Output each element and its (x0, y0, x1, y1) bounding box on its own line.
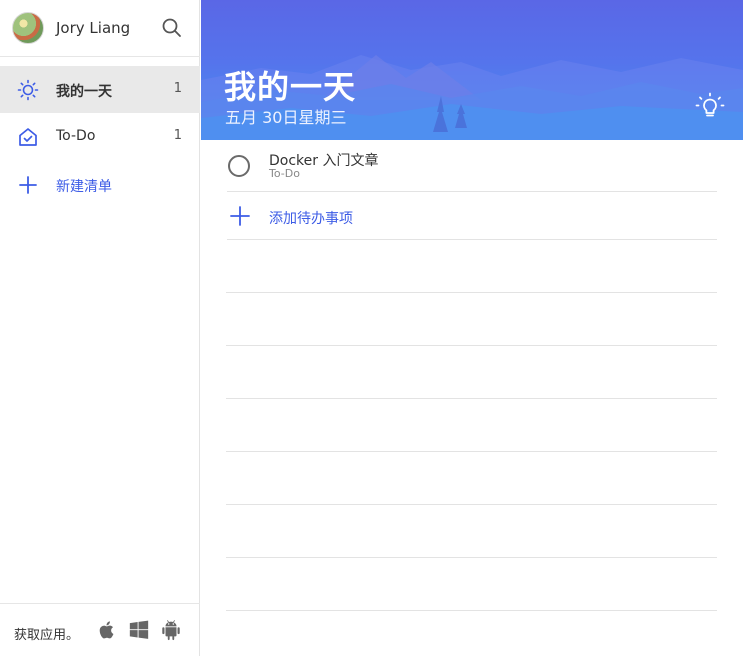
sidebar-item-label: 我的一天 (56, 84, 112, 100)
page-title: 我的一天 (224, 68, 357, 106)
empty-row-divider (226, 451, 717, 452)
empty-row-divider (226, 292, 717, 293)
new-list-label: 新建清单 (56, 179, 112, 195)
task-complete-checkbox[interactable] (228, 155, 250, 177)
empty-row-divider (226, 610, 717, 611)
avatar[interactable] (12, 12, 44, 44)
search-icon[interactable] (160, 16, 184, 40)
get-apps-footer: 获取应用。 (0, 603, 200, 656)
my-day-banner: 我的一天 五月 30日星期三 (201, 0, 743, 140)
plus-icon (230, 206, 250, 226)
windows-icon[interactable] (128, 619, 150, 641)
task-list-name: To-Do (269, 167, 300, 180)
user-name[interactable]: Jory Liang (56, 19, 130, 37)
empty-row-divider (226, 398, 717, 399)
sidebar-item-label: To-Do (56, 128, 96, 144)
empty-row-divider (226, 557, 717, 558)
home-check-icon (19, 128, 37, 146)
sidebar: Jory Liang 我的一天 1 To-Do 1 新建清单 获取应用。 (0, 0, 200, 656)
add-task-label: 添加待办事项 (269, 211, 353, 227)
apple-icon[interactable] (96, 619, 118, 641)
get-apps-label: 获取应用。 (14, 628, 80, 643)
empty-row-divider (226, 345, 717, 346)
android-icon[interactable] (160, 619, 182, 641)
sun-icon (17, 79, 39, 101)
page-date: 五月 30日星期三 (225, 108, 347, 127)
add-task-button[interactable]: 添加待办事项 (227, 192, 717, 240)
empty-row-divider (226, 504, 717, 505)
sidebar-item-todo[interactable]: To-Do 1 (0, 113, 200, 160)
plus-icon (19, 176, 37, 194)
new-list-button[interactable]: 新建清单 (0, 161, 200, 208)
task-item[interactable]: Docker 入门文章 To-Do (227, 140, 717, 192)
lightbulb-icon[interactable] (695, 92, 725, 122)
account-header: Jory Liang (0, 0, 200, 57)
sidebar-item-my-day[interactable]: 我的一天 1 (0, 66, 200, 113)
task-count: 1 (173, 128, 182, 143)
task-count: 1 (173, 81, 182, 96)
